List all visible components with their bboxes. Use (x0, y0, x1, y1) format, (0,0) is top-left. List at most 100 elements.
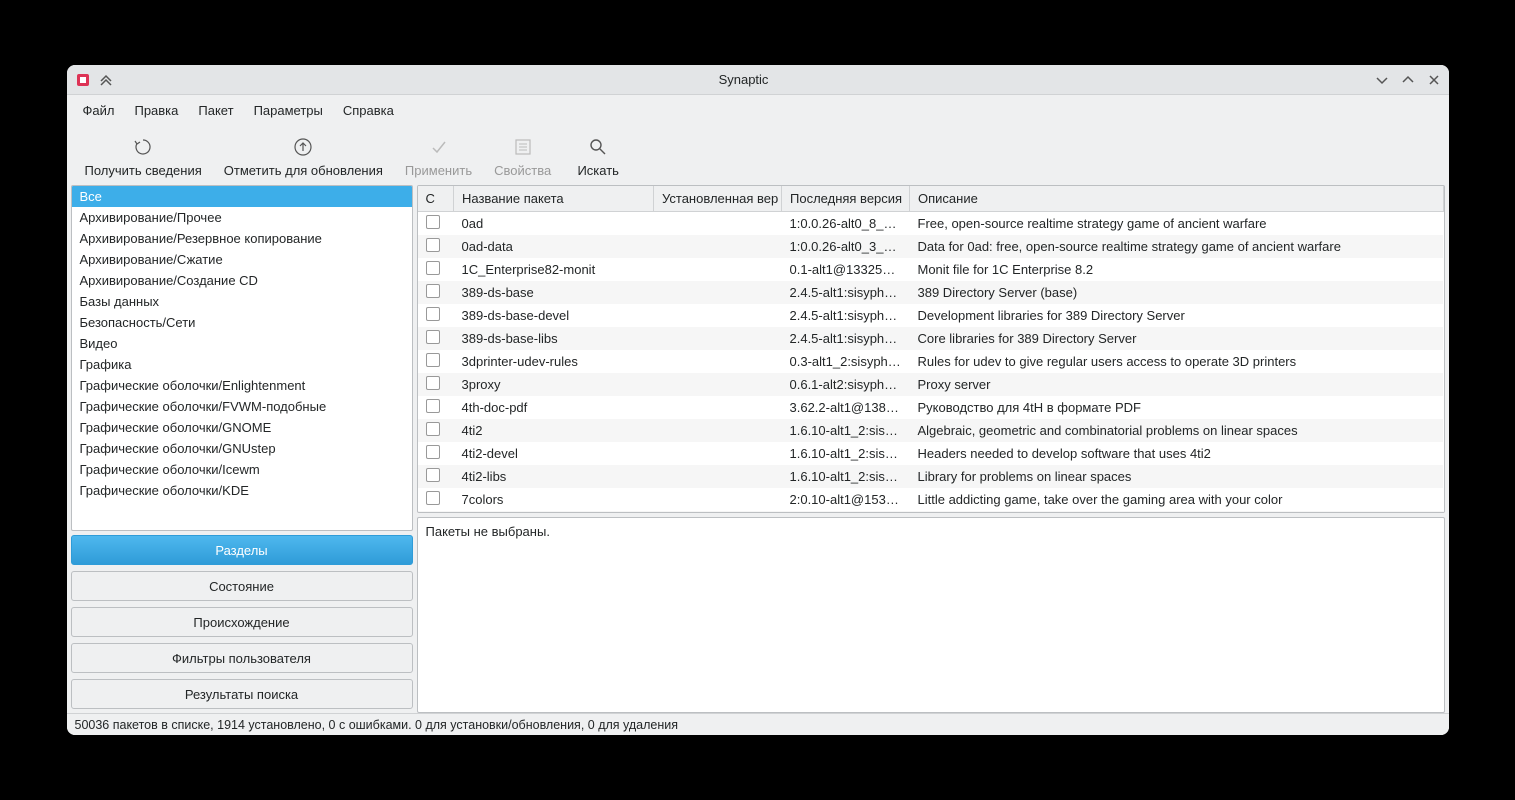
table-row[interactable]: 389-ds-base2.4.5-alt1:sisyphus+33389 Dir… (418, 281, 1444, 304)
package-checkbox[interactable] (426, 261, 440, 275)
col-name[interactable]: Название пакета (454, 186, 654, 212)
category-item[interactable]: Архивирование/Резервное копирование (72, 228, 412, 249)
category-item[interactable]: Базы данных (72, 291, 412, 312)
category-item[interactable]: Графические оболочки/GNOME (72, 417, 412, 438)
package-checkbox[interactable] (426, 422, 440, 436)
pkg-desc: Development libraries for 389 Directory … (910, 304, 1444, 327)
pkg-latest: 0.3-alt1_2:sisyphus+31 (782, 350, 910, 373)
pkg-name: 3proxy (454, 373, 654, 396)
col-latest[interactable]: Последняя версия (782, 186, 910, 212)
category-item[interactable]: Архивирование/Прочее (72, 207, 412, 228)
category-item[interactable]: Безопасность/Сети (72, 312, 412, 333)
category-item[interactable]: Видео (72, 333, 412, 354)
toolbar: Получить сведения Отметить для обновлени… (67, 125, 1449, 185)
category-item[interactable]: Графика (72, 354, 412, 375)
category-item[interactable]: Архивирование/Создание CD (72, 270, 412, 291)
package-table-container[interactable]: С Название пакета Установленная вер Посл… (417, 185, 1445, 513)
pkg-name: 0ad-data (454, 235, 654, 258)
menu-settings[interactable]: Параметры (246, 99, 331, 122)
toolbar-label: Применить (405, 163, 472, 178)
pkg-installed (654, 373, 782, 396)
category-item[interactable]: Графические оболочки/GNUstep (72, 438, 412, 459)
menu-package[interactable]: Пакет (190, 99, 241, 122)
pkg-desc: Rules for udev to give regular users acc… (910, 350, 1444, 373)
package-checkbox[interactable] (426, 238, 440, 252)
table-row[interactable]: 4ti21.6.10-alt1_2:sisyphusAlgebraic, geo… (418, 419, 1444, 442)
menu-help[interactable]: Справка (335, 99, 402, 122)
table-row[interactable]: 1C_Enterprise82-monit0.1-alt1@1332500649… (418, 258, 1444, 281)
sidebar: ВсеАрхивирование/ПрочееАрхивирование/Рез… (71, 185, 413, 713)
toolbar-label: Отметить для обновления (224, 163, 383, 178)
pkg-desc: Headers needed to develop software that … (910, 442, 1444, 465)
close-button[interactable] (1427, 73, 1441, 87)
pkg-name: 389-ds-base-devel (454, 304, 654, 327)
category-item[interactable]: Графические оболочки/Icewm (72, 459, 412, 480)
package-checkbox[interactable] (426, 445, 440, 459)
view-custom-button[interactable]: Фильтры пользователя (71, 643, 413, 673)
package-checkbox[interactable] (426, 491, 440, 505)
pkg-name: 7kaa (454, 511, 654, 513)
reload-button[interactable]: Получить сведения (75, 131, 212, 182)
col-installed[interactable]: Установленная вер (654, 186, 782, 212)
status-text: 50036 пакетов в списке, 1914 установлено… (75, 718, 679, 732)
category-item[interactable]: Архивирование/Сжатие (72, 249, 412, 270)
package-checkbox[interactable] (426, 353, 440, 367)
titlebar: Synaptic (67, 65, 1449, 95)
properties-icon (513, 135, 533, 159)
details-panel: Пакеты не выбраны. (417, 517, 1445, 713)
col-description[interactable]: Описание (910, 186, 1444, 212)
shade-button[interactable] (99, 73, 113, 87)
table-row[interactable]: 0ad-data1:0.0.26-alt0_3_alpha:sData for … (418, 235, 1444, 258)
category-list[interactable]: ВсеАрхивирование/ПрочееАрхивирование/Рез… (71, 185, 413, 531)
pkg-name: 7colors (454, 488, 654, 511)
main-area: ВсеАрхивирование/ПрочееАрхивирование/Рез… (67, 185, 1449, 713)
pkg-name: 4ti2 (454, 419, 654, 442)
view-sections-button[interactable]: Разделы (71, 535, 413, 565)
maximize-button[interactable] (1401, 73, 1415, 87)
table-row[interactable]: 4ti2-libs1.6.10-alt1_2:sisyphusLibrary f… (418, 465, 1444, 488)
view-status-button[interactable]: Состояние (71, 571, 413, 601)
category-item[interactable]: Графические оболочки/FVWM-подобные (72, 396, 412, 417)
table-row[interactable]: 7kaa2.15.6-alt1:sisyphus+3Seven Kingdoms… (418, 511, 1444, 513)
menu-edit[interactable]: Правка (126, 99, 186, 122)
table-row[interactable]: 3proxy0.6.1-alt2:sisyphus+26Proxy server (418, 373, 1444, 396)
pkg-name: 3dprinter-udev-rules (454, 350, 654, 373)
category-item[interactable]: Все (72, 186, 412, 207)
view-origin-button[interactable]: Происхождение (71, 607, 413, 637)
table-row[interactable]: 7colors2:0.10-alt1@15305558Little addict… (418, 488, 1444, 511)
col-status[interactable]: С (418, 186, 454, 212)
table-row[interactable]: 3dprinter-udev-rules 0.3-alt1_2:sisyphus+… (418, 350, 1444, 373)
category-item[interactable]: Графические оболочки/Enlightenment (72, 375, 412, 396)
apply-button: Применить (395, 131, 482, 182)
pkg-installed (654, 488, 782, 511)
table-row[interactable]: 389-ds-base-devel 2.4.5-alt1:sisyphus+33D… (418, 304, 1444, 327)
package-checkbox[interactable] (426, 330, 440, 344)
table-row[interactable]: 4th-doc-pdf3.62.2-alt1@13837675Руководст… (418, 396, 1444, 419)
pkg-desc: 389 Directory Server (base) (910, 281, 1444, 304)
package-checkbox[interactable] (426, 215, 440, 229)
package-checkbox[interactable] (426, 468, 440, 482)
toolbar-label: Искать (577, 163, 619, 178)
pkg-latest: 2.4.5-alt1:sisyphus+33 (782, 304, 910, 327)
pkg-desc: Library for problems on linear spaces (910, 465, 1444, 488)
table-row[interactable]: 0ad1:0.0.26-alt0_8_alpha:sFree, open-sou… (418, 212, 1444, 236)
category-item[interactable]: Графические оболочки/KDE (72, 480, 412, 501)
pkg-latest: 2.4.5-alt1:sisyphus+33 (782, 281, 910, 304)
pkg-installed (654, 442, 782, 465)
upgrade-icon (293, 135, 313, 159)
package-checkbox[interactable] (426, 307, 440, 321)
pkg-name: 389-ds-base-libs (454, 327, 654, 350)
view-search-button[interactable]: Результаты поиска (71, 679, 413, 709)
table-row[interactable]: 4ti2-devel1.6.10-alt1_2:sisyphusHeaders … (418, 442, 1444, 465)
mark-upgrades-button[interactable]: Отметить для обновления (214, 131, 393, 182)
right-panel: С Название пакета Установленная вер Посл… (417, 185, 1445, 713)
package-checkbox[interactable] (426, 399, 440, 413)
search-button[interactable]: Искать (563, 131, 633, 182)
package-checkbox[interactable] (426, 376, 440, 390)
app-icon (75, 72, 91, 88)
table-row[interactable]: 389-ds-base-libs2.4.5-alt1:sisyphus+33Co… (418, 327, 1444, 350)
menu-file[interactable]: Файл (75, 99, 123, 122)
pkg-latest: 1.6.10-alt1_2:sisyphus (782, 419, 910, 442)
package-checkbox[interactable] (426, 284, 440, 298)
minimize-button[interactable] (1375, 73, 1389, 87)
